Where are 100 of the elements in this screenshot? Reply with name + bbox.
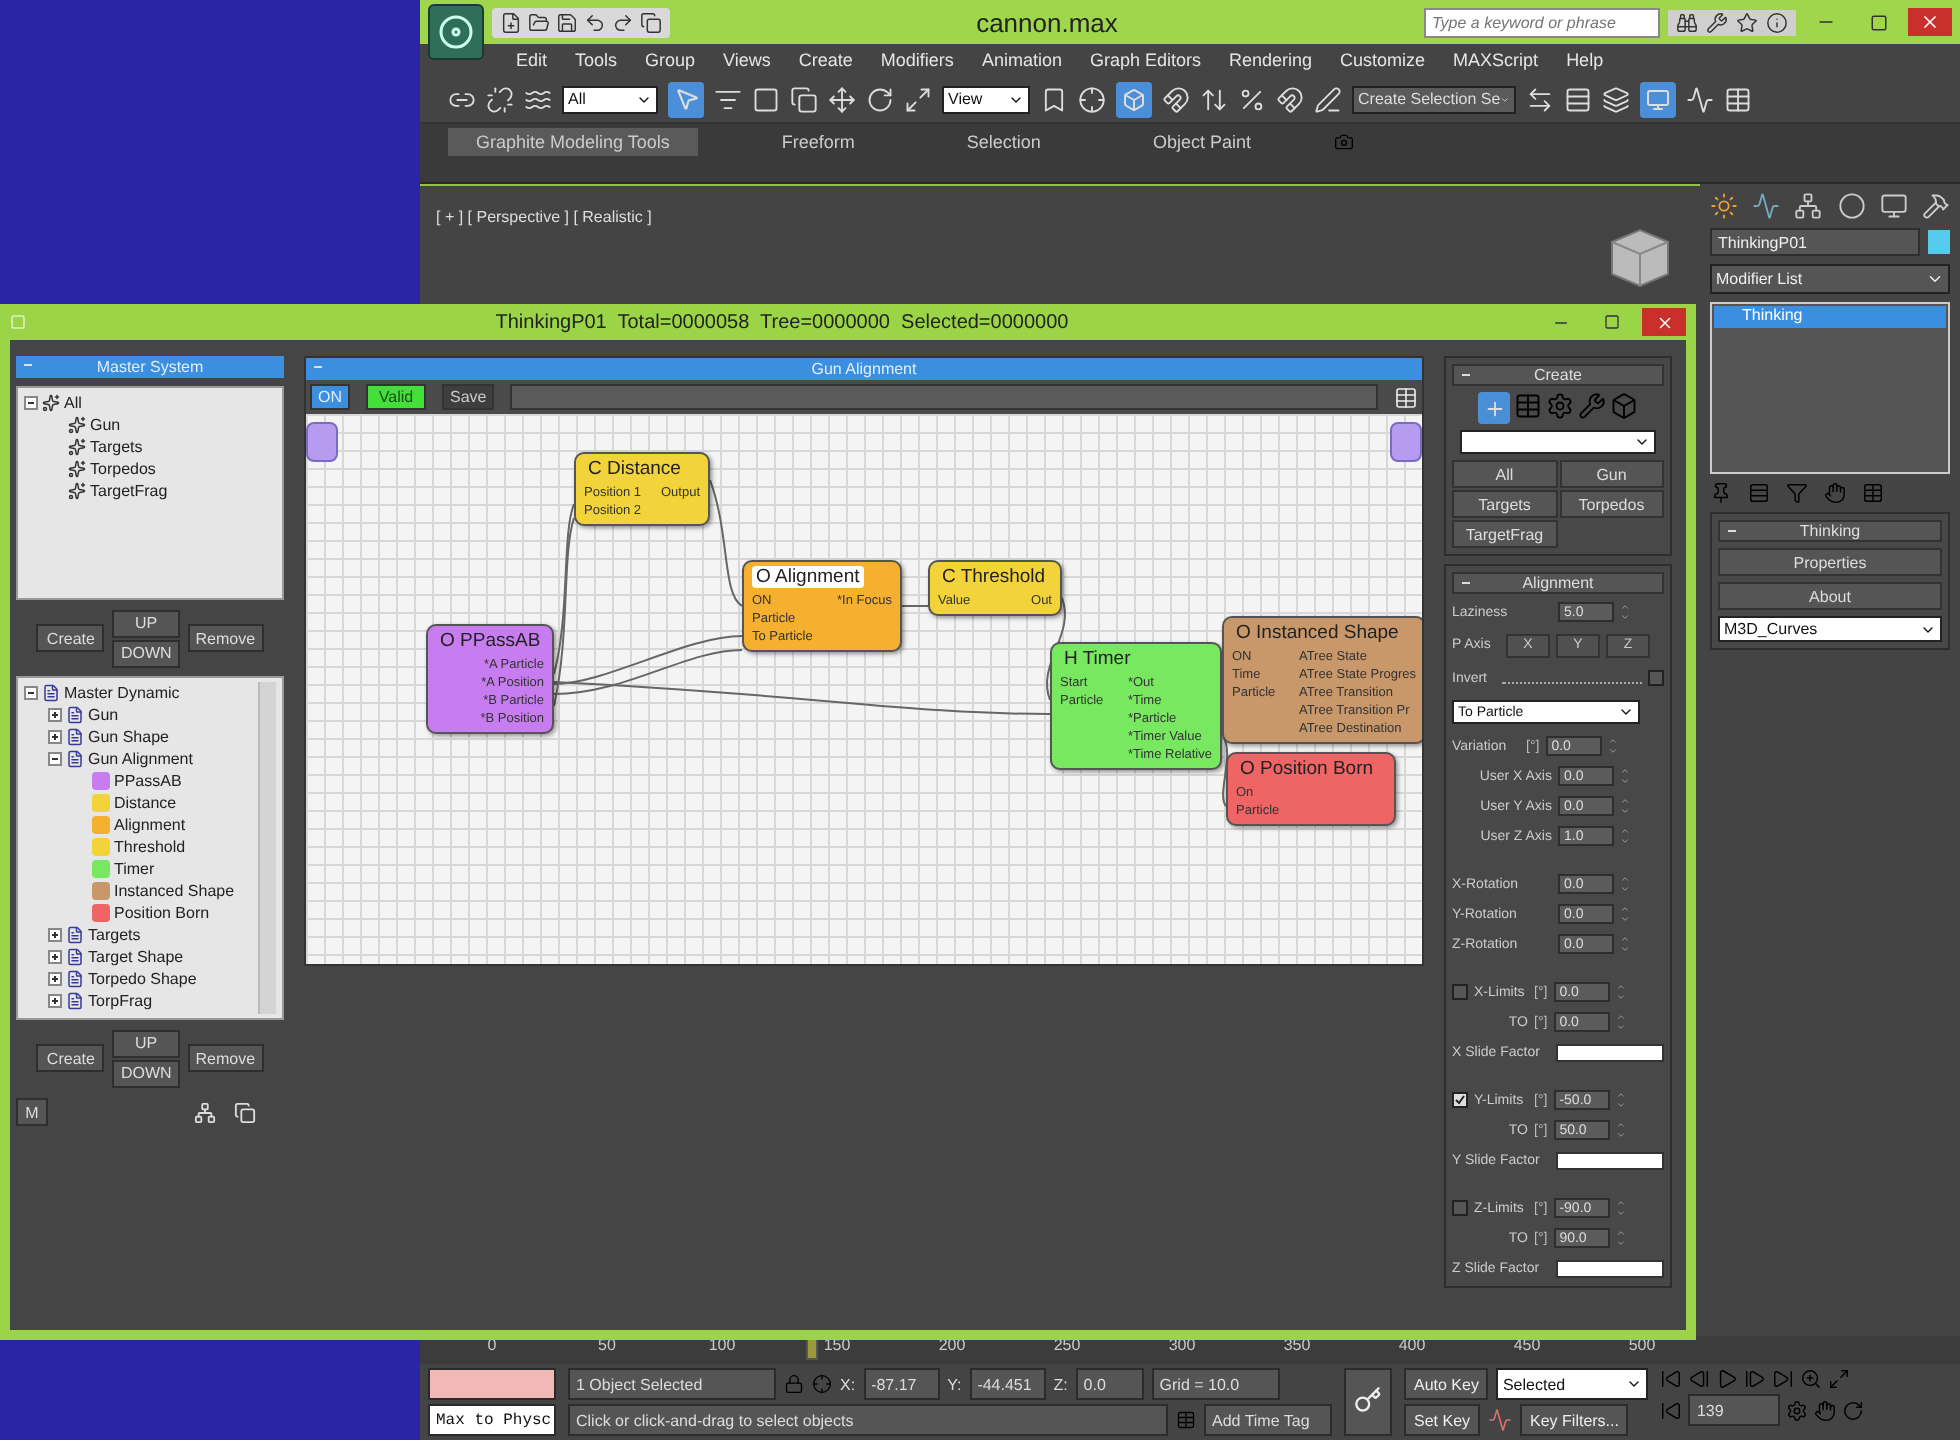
next-frame-icon[interactable] <box>1744 1368 1767 1390</box>
remove-button[interactable]: Remove <box>187 1044 264 1072</box>
key-mode-button[interactable] <box>1344 1368 1392 1436</box>
tool-icon[interactable] <box>1578 392 1606 420</box>
search-field[interactable]: Type a keyword or phrase <box>1424 7 1660 37</box>
motion-tab-icon[interactable] <box>1837 192 1866 220</box>
menu-item[interactable]: Rendering <box>1229 50 1313 70</box>
m-button[interactable]: M <box>16 1098 48 1126</box>
key-mode-toggle-icon[interactable] <box>1660 1399 1683 1421</box>
checkbox[interactable] <box>1648 670 1664 686</box>
expand-icon[interactable] <box>48 730 62 744</box>
collapse-icon[interactable] <box>24 396 38 410</box>
play-icon[interactable] <box>1716 1368 1739 1390</box>
menu-item[interactable]: Views <box>723 50 771 70</box>
input-field[interactable] <box>428 1368 556 1400</box>
menu-item[interactable]: MAXScript <box>1453 50 1539 70</box>
tree-item[interactable]: Distance <box>114 794 177 812</box>
menu-item[interactable]: Customize <box>1340 50 1426 70</box>
create-button[interactable]: Create <box>36 624 105 652</box>
lock-icon[interactable] <box>784 1374 804 1394</box>
create-button[interactable]: Create <box>36 1044 105 1072</box>
display-tab-icon[interactable] <box>1879 192 1908 220</box>
panel-button[interactable]: Targets <box>1452 490 1557 518</box>
maxscript-field[interactable]: Max to Physc <box>428 1404 556 1436</box>
new-file-icon[interactable] <box>500 11 522 33</box>
zoom-icon[interactable] <box>1800 1368 1823 1390</box>
absolute-mode-icon[interactable] <box>812 1374 832 1394</box>
frame-field[interactable]: 139 <box>1688 1394 1781 1426</box>
pivot-icon[interactable] <box>1078 85 1106 113</box>
window-crossing-icon[interactable] <box>790 85 818 113</box>
snap-icon[interactable] <box>1162 85 1190 113</box>
menu-item[interactable]: Help <box>1566 50 1604 70</box>
tree-item[interactable]: TorpFrag <box>88 992 153 1010</box>
go-to-end-icon[interactable] <box>1772 1368 1795 1390</box>
menu-item[interactable]: Graph Editors <box>1089 50 1201 70</box>
panel-button[interactable]: About <box>1718 582 1942 610</box>
collapse-icon[interactable] <box>48 752 62 766</box>
zoom-extents-icon[interactable] <box>1828 1368 1851 1390</box>
unlink-icon[interactable] <box>486 85 514 113</box>
folder-icon[interactable] <box>528 11 550 33</box>
object-name-field[interactable]: ThinkingP01 <box>1710 228 1920 256</box>
panel-button[interactable]: Torpedos <box>1559 490 1664 518</box>
auto-key-button[interactable]: Auto Key <box>1404 1368 1489 1400</box>
schematic-icon[interactable] <box>1724 85 1752 113</box>
percent-snap-icon[interactable] <box>1238 85 1266 113</box>
rectangle-selection-icon[interactable] <box>752 85 780 113</box>
wave-icon[interactable] <box>524 85 552 113</box>
tree-item[interactable]: Gun Shape <box>88 728 169 746</box>
spinner-snap-icon[interactable] <box>1276 85 1304 113</box>
expand-icon[interactable] <box>48 950 62 964</box>
up-button[interactable]: UP <box>112 1029 180 1057</box>
viewport-label[interactable]: [ + ] [ Perspective ] [ Realistic ] <box>436 208 652 226</box>
ribbon-tab[interactable]: Freeform <box>753 128 883 156</box>
expand-icon[interactable] <box>48 708 62 722</box>
tree-item[interactable]: Threshold <box>114 838 186 856</box>
tree-item[interactable]: Instanced Shape <box>114 882 235 900</box>
undo-icon[interactable] <box>584 11 606 33</box>
edit-named-selection-icon[interactable] <box>1314 85 1342 113</box>
layers-icon[interactable] <box>1602 85 1630 113</box>
save-icon[interactable] <box>556 11 578 33</box>
previous-frame-icon[interactable] <box>1688 1368 1711 1390</box>
funnel-icon[interactable] <box>1786 482 1808 504</box>
named-selection-dropdown[interactable]: Create Selection Se <box>1352 85 1516 113</box>
mirror-icon[interactable] <box>1526 85 1554 113</box>
tree-item[interactable]: Master Dynamic <box>64 684 180 702</box>
input-field[interactable] <box>1555 1151 1664 1169</box>
modify-tab-icon[interactable] <box>1752 192 1781 220</box>
toolbar-button[interactable]: Save <box>442 384 495 410</box>
ribbon-tab[interactable]: Object Paint <box>1124 128 1279 156</box>
pan-icon[interactable] <box>1814 1399 1837 1421</box>
rollout-header[interactable]: Thinking <box>1718 520 1942 542</box>
pin-icon[interactable] <box>1710 482 1732 504</box>
rotate-icon[interactable] <box>866 85 894 113</box>
coordinate-field[interactable]: -44.451 <box>969 1368 1046 1400</box>
menu-item[interactable]: Animation <box>981 50 1062 70</box>
curve-editor-icon[interactable] <box>1686 85 1714 113</box>
bookmark-icon[interactable] <box>1040 85 1068 113</box>
modifier-list-dropdown[interactable]: Modifier List <box>1710 264 1950 294</box>
align-icon[interactable] <box>1564 85 1592 113</box>
menu-item[interactable]: Group <box>645 50 696 70</box>
time-tag-field[interactable]: Add Time Tag <box>1204 1404 1332 1436</box>
dropdown[interactable]: M3D_Curves <box>1718 616 1942 642</box>
input-field[interactable] <box>510 384 1378 410</box>
checkbox[interactable] <box>1452 1200 1468 1216</box>
set-key-button[interactable]: Set Key <box>1404 1404 1481 1436</box>
tree-item[interactable]: Gun <box>88 706 119 724</box>
menu-item[interactable]: Modifiers <box>880 50 954 70</box>
key-filters-button[interactable]: Key Filters... <box>1520 1404 1629 1436</box>
panel-button[interactable]: Gun <box>1559 460 1664 488</box>
down-button[interactable]: DOWN <box>112 639 180 667</box>
checkbox[interactable] <box>1452 1092 1468 1108</box>
curve-icon[interactable] <box>1488 1408 1513 1432</box>
menu-item[interactable]: Tools <box>575 50 618 70</box>
rollout-header[interactable]: Create <box>1452 364 1664 386</box>
graph-options-icon[interactable] <box>1394 385 1418 409</box>
tree-item[interactable]: Gun <box>90 416 121 434</box>
cube-icon[interactable] <box>1610 392 1638 420</box>
help-icon[interactable] <box>1766 11 1788 33</box>
go-to-start-icon[interactable] <box>1660 1368 1683 1390</box>
copy-icon[interactable] <box>233 1101 255 1123</box>
